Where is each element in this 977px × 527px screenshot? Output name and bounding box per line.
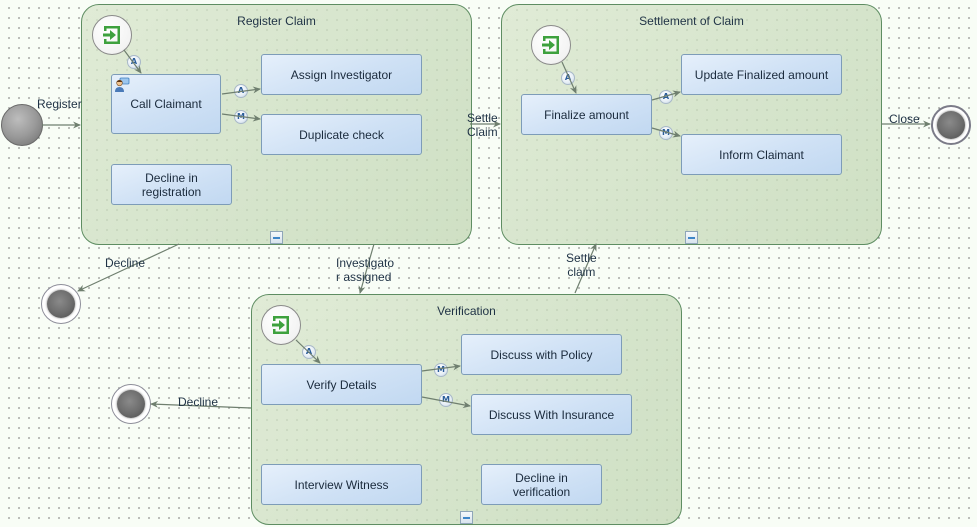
enter-icon [542,36,559,54]
user-task-icon [115,77,130,92]
collapse-button[interactable] [460,511,473,524]
task-label: Interview Witness [294,477,389,492]
end-event-decline-verification[interactable] [111,384,151,424]
task-label: Finalize amount [544,107,629,122]
subprocess-start-icon[interactable] [92,15,132,55]
process-diagram-canvas[interactable]: Register Register Claim Call Claimant As… [0,0,977,527]
edge-label-decline: Decline [178,395,219,409]
task-discuss-with-insurance[interactable]: Discuss With Insurance [471,394,632,435]
task-discuss-with-policy[interactable]: Discuss with Policy [461,334,622,375]
edge-label-investigator-assigned: Investigato r assigned [336,256,395,284]
task-interview-witness[interactable]: Interview Witness [261,464,422,505]
task-label: Update Finalized amount [694,67,829,82]
end-event-decline-registration[interactable] [41,284,81,324]
task-label: Assign Investigator [290,67,393,82]
collapse-button[interactable] [685,231,698,244]
task-inform-claimant[interactable]: Inform Claimant [681,134,842,175]
manual-badge: M [434,363,448,377]
task-update-finalized-amount[interactable]: Update Finalized amount [681,54,842,95]
task-label: Verify Details [306,377,377,392]
task-duplicate-check[interactable]: Duplicate check [261,114,422,155]
task-decline-in-verification[interactable]: Decline in verification [481,464,602,505]
task-label: Discuss With Insurance [488,407,615,422]
task-verify-details[interactable]: Verify Details [261,364,422,405]
automatic-badge: A [234,84,248,98]
task-label: Discuss with Policy [490,347,593,362]
manual-badge: M [439,393,453,407]
automatic-badge: A [659,90,673,104]
subprocess-start-icon[interactable] [261,305,301,345]
automatic-badge: A [302,345,316,359]
group-title: Register Claim [237,14,316,28]
edge-label-register: Register [37,97,82,111]
automatic-badge: A [127,55,141,69]
enter-icon [272,316,289,334]
edge-label-settle-claim: Settle Claim [467,111,498,139]
end-event-close[interactable] [931,105,971,145]
task-decline-in-registration[interactable]: Decline in registration [111,164,232,205]
task-label: Decline in registration [141,170,202,199]
manual-badge: M [659,126,673,140]
manual-badge: M [234,110,248,124]
automatic-badge: A [561,71,575,85]
group-title: Verification [437,304,496,318]
edge-label-settle-claim: Settle claim [566,251,597,279]
task-label: Duplicate check [299,127,384,142]
task-assign-investigator[interactable]: Assign Investigator [261,54,422,95]
task-label: Decline in verification [512,470,571,499]
task-finalize-amount[interactable]: Finalize amount [521,94,652,135]
edge-label-close: Close [889,112,920,126]
task-label: Call Claimant [130,97,202,111]
collapse-button[interactable] [270,231,283,244]
subprocess-start-icon[interactable] [531,25,571,65]
edge-label-decline: Decline [105,256,146,270]
enter-icon [103,26,120,44]
task-call-claimant[interactable]: Call Claimant [111,74,221,134]
task-label: Inform Claimant [719,147,804,162]
